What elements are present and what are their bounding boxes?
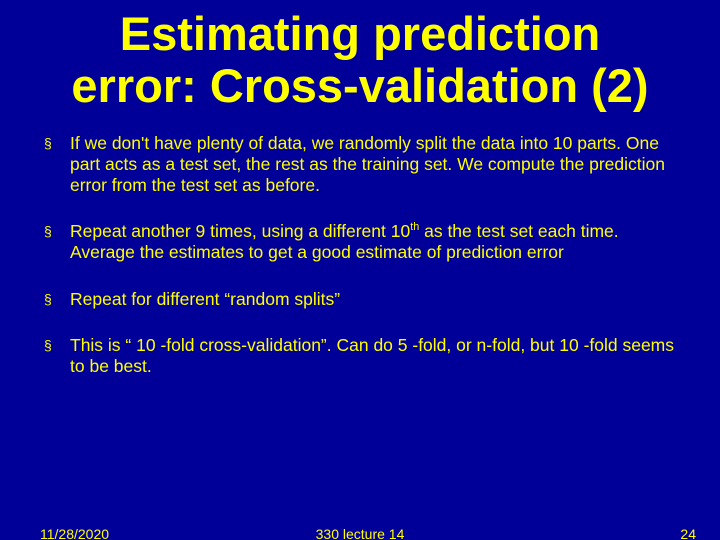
footer-page-number: 24 <box>680 526 696 540</box>
ordinal-suffix: th <box>410 221 419 233</box>
title-line-1: Estimating prediction <box>120 7 601 60</box>
bullet-item: § This is “ 10 -fold cross-validation”. … <box>40 335 680 376</box>
footer-center: 330 lecture 14 <box>0 526 720 540</box>
bullet-marker-icon: § <box>44 291 52 308</box>
bullet-marker-icon: § <box>44 135 52 152</box>
bullet-text: Repeat for different “random splits” <box>70 289 340 309</box>
bullet-marker-icon: § <box>44 223 52 240</box>
bullet-item: § Repeat another 9 times, using a differ… <box>40 221 680 262</box>
bullet-item: § If we don't have plenty of data, we ra… <box>40 133 680 195</box>
bullet-marker-icon: § <box>44 337 52 354</box>
bullet-text: This is “ 10 -fold cross-validation”. Ca… <box>70 335 674 376</box>
bullet-text: If we don't have plenty of data, we rand… <box>70 133 665 194</box>
bullet-item: § Repeat for different “random splits” <box>40 289 680 310</box>
title-line-2: error: Cross-validation (2) <box>71 59 648 112</box>
bullet-text-frag: Repeat another 9 times, using a differen… <box>70 221 410 241</box>
bullet-text: Repeat another 9 times, using a differen… <box>70 221 619 262</box>
slide-body: § If we don't have plenty of data, we ra… <box>0 111 720 376</box>
bullet-list: § If we don't have plenty of data, we ra… <box>40 133 680 376</box>
slide-title: Estimating prediction error: Cross-valid… <box>0 0 720 111</box>
